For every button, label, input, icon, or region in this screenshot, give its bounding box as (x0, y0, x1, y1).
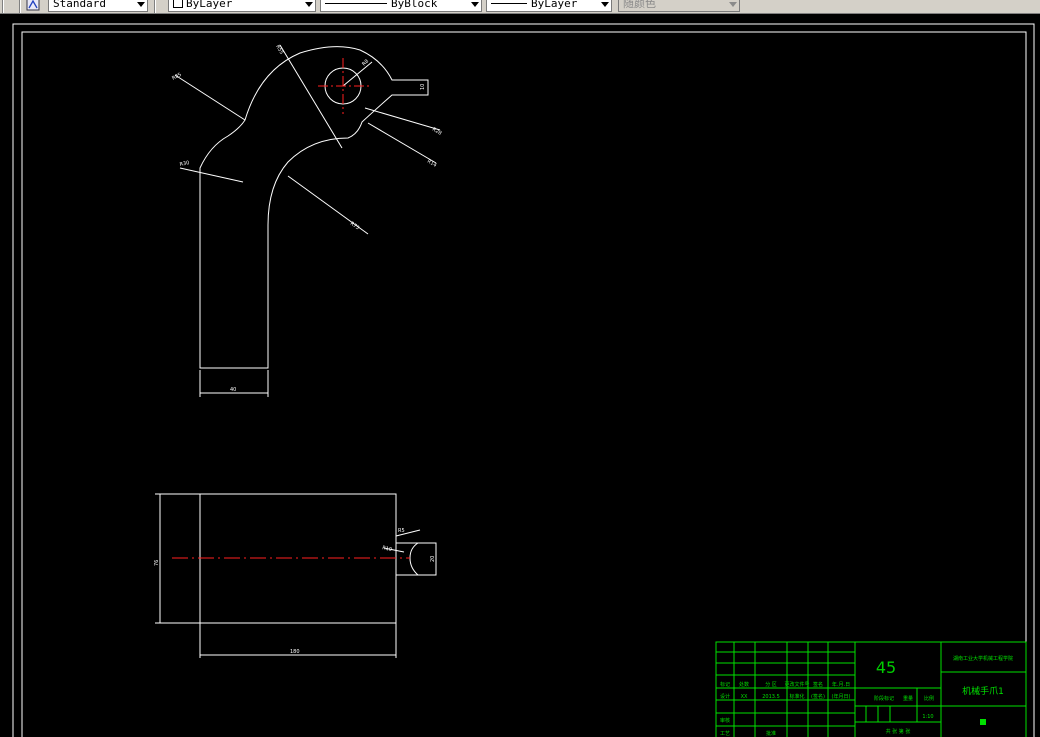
cell-text: 2013.5 (762, 694, 780, 700)
cell-text: (年月日) (832, 693, 851, 700)
lineweight-value: ByLayer (531, 0, 578, 10)
text-style-select[interactable]: Standard (48, 0, 148, 12)
chevron-down-icon[interactable] (305, 2, 313, 7)
properties-toolbar: Standard ByLayer ByBlock ByLayer 随颜色 (0, 0, 1040, 14)
sheets-text: 共 张 第 张 (886, 728, 911, 735)
cell-text: 处数 (739, 681, 749, 688)
dim-text: 180 (290, 649, 300, 655)
layer-select[interactable]: ByLayer (168, 0, 316, 12)
cell-text: 标准化 (789, 693, 804, 700)
plot-style-value: 随颜色 (623, 0, 656, 10)
leader-r-hole (342, 61, 373, 87)
drawing-name: 机械手爪1 (962, 685, 1004, 697)
dim-text: R5 (398, 528, 405, 534)
outer-frame (12, 23, 1035, 737)
chevron-down-icon[interactable] (601, 2, 609, 7)
side-view (155, 493, 437, 658)
cell-text: XX (741, 694, 748, 700)
layer-value: ByLayer (186, 0, 233, 10)
dim-text: 40 (230, 387, 236, 393)
cell-text: 年.月.日 (832, 681, 850, 688)
toolbar-separator (154, 0, 156, 13)
linetype-value: ByBlock (391, 0, 438, 10)
leader-r-top (279, 44, 343, 149)
cell-text: 标记 (720, 681, 730, 688)
lineweight-select[interactable]: ByLayer (486, 0, 612, 12)
leader-r-a (364, 107, 441, 131)
chevron-down-icon[interactable] (137, 2, 145, 7)
inner-frame (21, 31, 1027, 737)
color-swatch-icon (173, 0, 183, 8)
linetype-select[interactable]: ByBlock (320, 0, 482, 12)
scale-text: 1:10 (922, 714, 933, 720)
leader-r-left (179, 167, 244, 183)
dim-text: 76 (154, 560, 160, 566)
dim-text: R14 (426, 159, 438, 169)
dim-text: 10 (420, 84, 426, 90)
chevron-down-icon (729, 2, 737, 7)
dim-text: R10 (382, 545, 393, 553)
text-style-icon[interactable] (26, 0, 40, 11)
leader-r-big (174, 74, 246, 121)
dim-text: R8 (361, 58, 370, 67)
stage-label: 阶段标记 (874, 695, 894, 702)
title-block: 45 湖南工业大学机械工程学院 机械手爪1 1:10 共 张 第 张 阶段标记 … (715, 641, 1027, 737)
dim-text: R28 (431, 127, 443, 137)
weight-label: 重量 (903, 695, 913, 702)
centerlines (172, 58, 410, 559)
ratio-label: 比例 (924, 695, 934, 702)
material-text: 45 (876, 658, 896, 677)
school-name: 湖南工业大学机械工程学院 (953, 655, 1013, 662)
dim-text: R30 (179, 160, 190, 168)
dim-text: 20 (430, 556, 436, 562)
text-style-value: Standard (53, 0, 106, 10)
lineweight-preview-icon (491, 3, 527, 4)
toolbar-separator (19, 0, 21, 13)
cell-text: 更改文件号 (784, 681, 809, 688)
dim-text: R55 (274, 44, 284, 56)
mark-square (980, 719, 986, 725)
cell-text: 设计 (720, 693, 730, 700)
drawing-canvas[interactable]: R85 R55 R8 10 R28 R14 R30 R75 40 76 180 … (0, 14, 1040, 737)
top-view (174, 44, 441, 397)
finger-outline (199, 46, 429, 369)
chevron-down-icon[interactable] (471, 2, 479, 7)
plot-style-select: 随颜色 (618, 0, 740, 12)
dim-text: R85 (171, 72, 183, 82)
cell-text: 审核 (720, 717, 730, 724)
toolbar-grip[interactable] (2, 0, 4, 13)
cell-text: (签名) (811, 693, 825, 700)
cell-text: 分 区 (765, 681, 777, 688)
cell-text: 工艺 (720, 731, 730, 737)
dim-text: R75 (349, 221, 360, 232)
cell-text: 批准 (766, 730, 776, 737)
cell-text: 签名 (813, 681, 823, 688)
slot-profile (396, 542, 420, 576)
linetype-preview-icon (325, 3, 387, 4)
leader-r-b (367, 122, 437, 164)
